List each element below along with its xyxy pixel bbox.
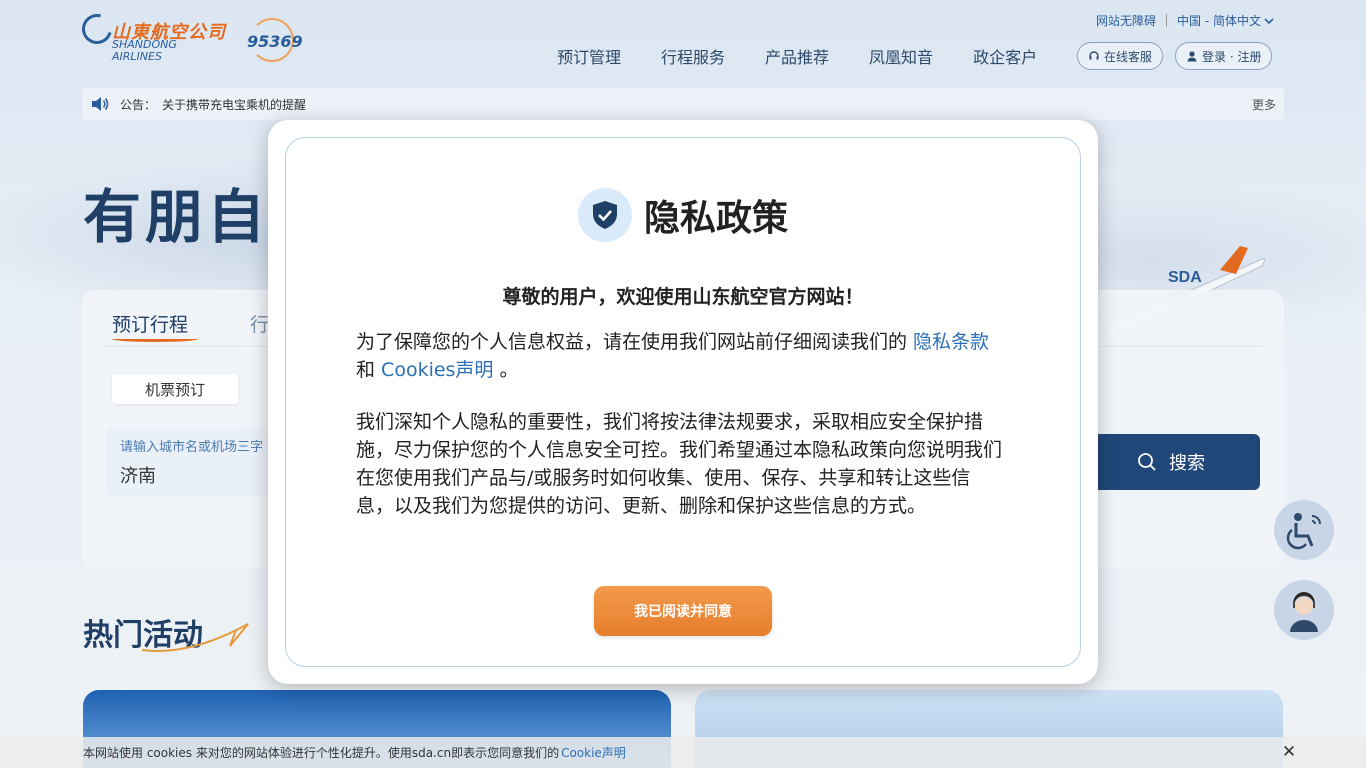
privacy-modal-title: 隐私政策 — [643, 198, 788, 239]
privacy-para1-prefix: 为了保障您的个人信息权益，请在使用我们网站前仔细阅读我们的 — [356, 331, 914, 353]
privacy-para1-suffix: 。 — [493, 359, 519, 381]
agree-button[interactable]: 我已阅读并同意 — [594, 586, 772, 636]
cookie-statement-link[interactable]: Cookie声明 — [561, 744, 626, 761]
privacy-paragraph-2: 我们深知个人隐私的重要性，我们将按法律法规要求，采取相应安全保护措施，尽力保护您… — [356, 411, 1003, 517]
privacy-greeting: 尊敬的用户，欢迎使用山东航空官方网站！ — [502, 286, 864, 308]
cookies-statement-link[interactable]: Cookies声明 — [381, 359, 493, 381]
privacy-para1-and: 和 — [356, 359, 382, 381]
privacy-modal-frame: 隐私政策 尊敬的用户，欢迎使用山东航空官方网站！ 为了保障您的个人信息权益，请在… — [285, 137, 1081, 667]
shield-check-icon — [577, 188, 632, 242]
privacy-paragraph-1: 为了保障您的个人信息权益，请在使用我们网站前仔细阅读我们的 隐私条款 和 Coo… — [356, 328, 1006, 384]
cookie-bar-text: 本网站使用 cookies 来对您的网站体验进行个性化提升。使用sda.cn即表… — [83, 746, 560, 760]
privacy-modal-header: 隐私政策 — [286, 188, 1080, 242]
cookie-consent-bar: 本网站使用 cookies 来对您的网站体验进行个性化提升。使用sda.cn即表… — [0, 737, 1366, 768]
privacy-terms-link[interactable]: 隐私条款 — [913, 331, 989, 353]
close-icon[interactable]: ✕ — [1280, 743, 1298, 761]
privacy-policy-modal: 隐私政策 尊敬的用户，欢迎使用山东航空官方网站！ 为了保障您的个人信息权益，请在… — [268, 120, 1098, 684]
